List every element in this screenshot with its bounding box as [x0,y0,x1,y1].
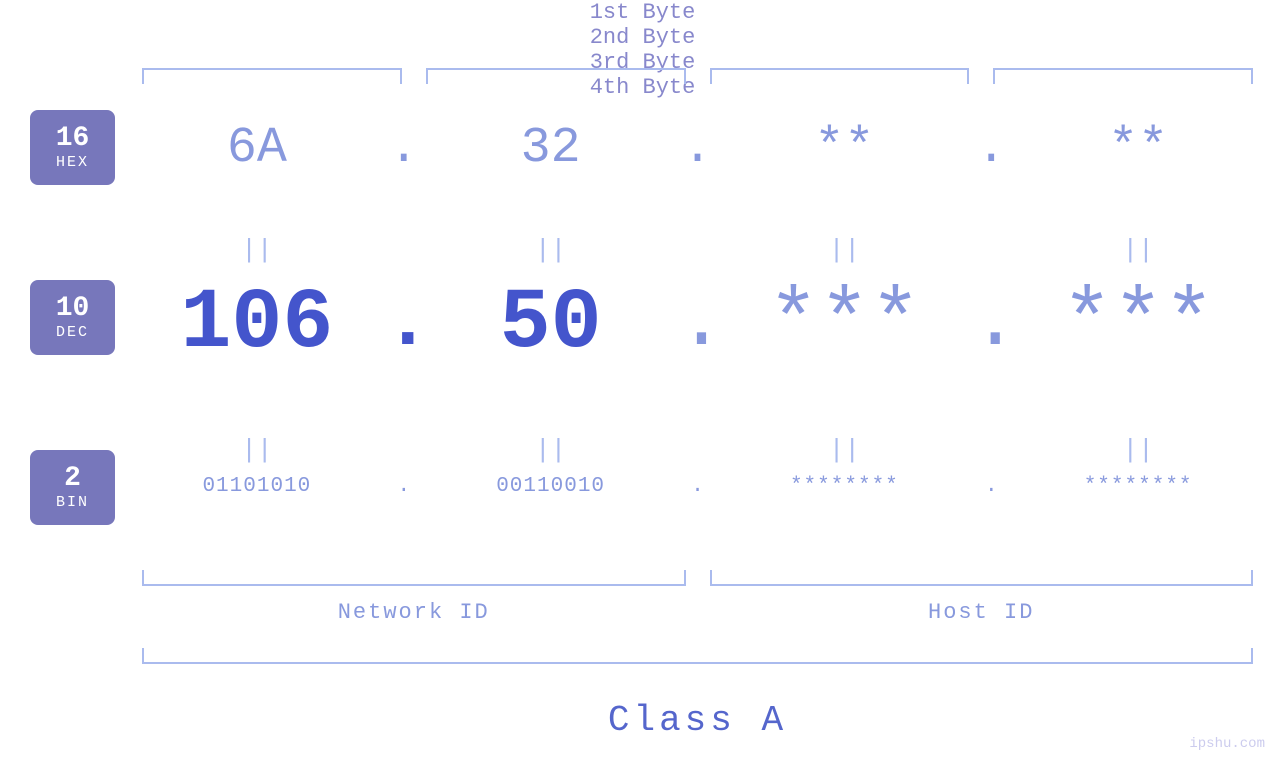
hex-dot1: . [384,120,424,177]
host-id-label: Host ID [698,600,1266,625]
bin-badge-box: 2 BIN [30,450,115,525]
network-id-label: Network ID [130,600,698,625]
byte-headers: 1st Byte 2nd Byte 3rd Byte 4th Byte [0,0,1285,100]
hex-badge: 16 HEX [30,110,115,185]
bin-badge-base: BIN [56,494,89,511]
class-a-label: Class A [130,700,1265,741]
dec-dot3: . [971,278,1011,369]
bin-byte4: ******** [1011,475,1265,498]
dec-byte2: 50 [424,275,678,372]
top-brackets [130,68,1265,84]
bin-byte1: 01101010 [130,475,384,498]
dec-byte3: *** [718,275,972,372]
eq2-b4: || [1011,435,1265,465]
dec-byte4: *** [1011,275,1265,372]
hex-byte1: 6A [130,120,384,177]
eq2-b1: || [130,435,384,465]
id-labels: Network ID Host ID [130,600,1265,625]
bin-dot1: . [384,475,424,498]
dec-badge-number: 10 [56,294,90,325]
hex-dot3: . [971,120,1011,177]
bin-badge-number: 2 [64,464,81,495]
main-layout: 1st Byte 2nd Byte 3rd Byte 4th Byte 16 H… [0,0,1285,767]
hex-row: 6A . 32 . ** . ** [130,120,1265,177]
hex-dot2: . [678,120,718,177]
dec-badge-base: DEC [56,324,89,341]
bracket-byte2 [426,68,686,84]
bottom-brackets [130,570,1265,586]
bin-dot3: . [971,475,1011,498]
equals-row-2: || || || || [130,435,1265,465]
bracket-byte4 [993,68,1253,84]
hex-badge-number: 16 [56,124,90,155]
dec-badge: 10 DEC [30,280,115,355]
hex-byte4: ** [1011,120,1265,177]
eq1-b4: || [1011,235,1265,265]
eq1-b2: || [424,235,678,265]
bracket-byte3 [710,68,970,84]
eq2-b2: || [424,435,678,465]
dec-badge-box: 10 DEC [30,280,115,355]
bin-byte3: ******** [718,475,972,498]
class-bracket [130,648,1265,664]
bracket-byte1 [142,68,402,84]
byte1-header: 1st Byte [0,0,1285,25]
hex-badge-base: HEX [56,154,89,171]
byte2-header: 2nd Byte [0,25,1285,50]
hex-byte3: ** [718,120,972,177]
dec-row: 106 . 50 . *** . *** [130,275,1265,372]
dec-dot2: . [678,278,718,369]
bin-dot2: . [678,475,718,498]
eq1-b1: || [130,235,384,265]
equals-row-1: || || || || [130,235,1265,265]
network-bracket [142,570,686,586]
bin-badge: 2 BIN [30,450,115,525]
bin-byte2: 00110010 [424,475,678,498]
hex-badge-box: 16 HEX [30,110,115,185]
bin-row: 01101010 . 00110010 . ******** . *******… [130,475,1265,498]
eq1-b3: || [718,235,972,265]
watermark: ipshu.com [1189,736,1265,752]
host-bracket [710,570,1254,586]
dec-dot1: . [384,278,424,369]
dec-byte1: 106 [130,275,384,372]
hex-byte2: 32 [424,120,678,177]
eq2-b3: || [718,435,972,465]
